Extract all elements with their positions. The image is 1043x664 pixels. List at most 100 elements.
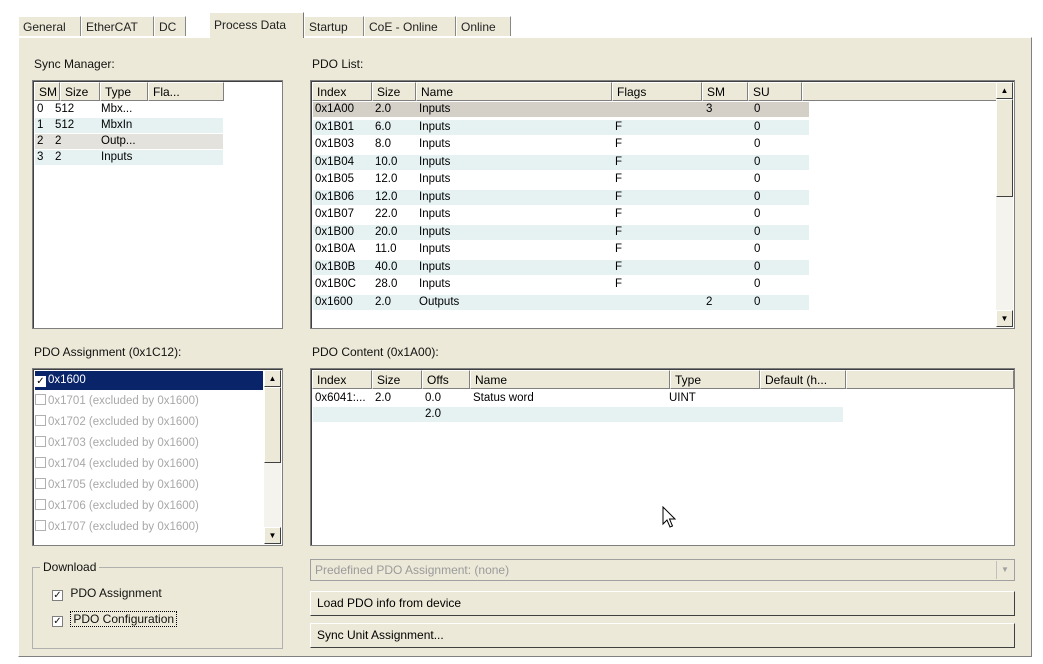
list-item-label: 0x1706 (excluded by 0x1600) bbox=[48, 500, 199, 512]
checkbox-icon[interactable] bbox=[35, 520, 46, 531]
table-row[interactable]: 0x1B01 6.0 Inputs F 0 bbox=[313, 119, 809, 135]
checkbox-icon[interactable] bbox=[35, 394, 46, 405]
pdo-configuration-checkbox-label: PDO Configuration bbox=[70, 611, 178, 627]
tab-coe-online[interactable]: CoE - Online bbox=[364, 16, 456, 36]
table-row[interactable]: 0x1B06 12.0 Inputs F 0 bbox=[313, 189, 809, 205]
table-row[interactable]: 0x1600 2.0 Outputs 2 0 bbox=[313, 294, 809, 310]
table-row[interactable]: 3 2 Inputs bbox=[35, 150, 223, 165]
column-header[interactable]: Size bbox=[372, 82, 416, 101]
checkbox-checked-icon[interactable]: ✓ bbox=[52, 616, 63, 627]
tab-dc[interactable]: DC bbox=[154, 16, 186, 36]
checkbox-checked-icon[interactable]: ✓ bbox=[35, 376, 46, 387]
column-header[interactable]: SU bbox=[748, 82, 802, 101]
table-cell: 0x1B03 bbox=[315, 138, 355, 150]
list-item[interactable]: ✓ 0x1600 bbox=[35, 371, 263, 390]
column-header[interactable]: Fla... bbox=[148, 82, 224, 101]
column-header[interactable]: Size bbox=[60, 82, 100, 101]
scroll-up-icon[interactable]: ▲ bbox=[996, 82, 1013, 99]
table-cell: 0x1B06 bbox=[315, 190, 355, 203]
table-cell: Inputs bbox=[419, 260, 451, 273]
scroll-up-icon[interactable]: ▲ bbox=[264, 370, 281, 387]
tab-online[interactable]: Online bbox=[456, 16, 511, 36]
table-row[interactable]: 0x1B07 22.0 Inputs F 0 bbox=[313, 207, 809, 222]
column-header[interactable]: Index bbox=[312, 82, 372, 101]
checkbox-icon[interactable] bbox=[35, 499, 46, 510]
table-cell: 0x1B04 bbox=[315, 155, 355, 168]
column-header[interactable]: Name bbox=[470, 370, 670, 389]
table-cell: 2 bbox=[55, 151, 62, 163]
column-header[interactable]: SM bbox=[702, 82, 748, 101]
table-row[interactable]: 0x1B0C 28.0 Inputs F 0 bbox=[313, 277, 809, 292]
table-cell: 0 bbox=[754, 225, 761, 238]
list-item[interactable]: 0x1707 (excluded by 0x1600) bbox=[35, 518, 263, 537]
table-row[interactable]: 0x6041:... 2.0 0.0 Status word UINT bbox=[313, 391, 843, 406]
list-item[interactable]: 0x1706 (excluded by 0x1600) bbox=[35, 497, 263, 516]
column-header[interactable]: Index bbox=[312, 370, 372, 389]
list-item[interactable]: 0x1703 (excluded by 0x1600) bbox=[35, 434, 263, 453]
pdo-assignment-checkbox[interactable]: ✓ PDO Assignment bbox=[52, 586, 162, 601]
tab-ethercat[interactable]: EtherCAT bbox=[81, 16, 154, 36]
checkbox-checked-icon[interactable]: ✓ bbox=[52, 590, 63, 601]
pdo-assignment-scrollbar[interactable]: ▲ ▼ bbox=[264, 370, 281, 544]
table-cell: 0 bbox=[754, 278, 761, 290]
pdo-assignment-list[interactable]: ✓ 0x1600 0x1701 (excluded by 0x1600) 0x1702… bbox=[32, 368, 283, 546]
table-cell: 0 bbox=[754, 260, 761, 273]
list-item[interactable]: 0x1704 (excluded by 0x1600) bbox=[35, 455, 263, 474]
column-header[interactable]: Flags bbox=[612, 82, 702, 101]
table-row[interactable]: 2 2 Outp... bbox=[35, 134, 223, 149]
checkbox-icon[interactable] bbox=[35, 436, 46, 447]
table-cell: 2.0 bbox=[425, 408, 441, 420]
table-row[interactable]: 2.0 bbox=[313, 407, 843, 422]
column-header[interactable]: Default (h... bbox=[760, 370, 846, 389]
column-header[interactable]: Size bbox=[372, 370, 422, 389]
table-cell: F bbox=[615, 260, 623, 273]
list-item[interactable]: 0x1702 (excluded by 0x1600) bbox=[35, 413, 263, 432]
load-pdo-info-button[interactable]: Load PDO info from device bbox=[310, 591, 1015, 616]
pdo-list[interactable]: Index Size Name Flags SM SU 0x1A00 2.0 Inp… bbox=[310, 80, 1015, 329]
scroll-down-icon[interactable]: ▼ bbox=[264, 527, 281, 544]
tab-general[interactable]: General bbox=[18, 16, 81, 36]
table-cell: F bbox=[615, 120, 623, 133]
tab-startup[interactable]: Startup bbox=[304, 16, 364, 36]
table-cell: Inputs bbox=[419, 138, 451, 150]
table-row[interactable]: 0x1B0A 11.0 Inputs F 0 bbox=[313, 242, 809, 257]
scroll-down-icon[interactable]: ▼ bbox=[996, 310, 1013, 327]
table-cell: MbxIn bbox=[101, 119, 133, 131]
column-header[interactable]: Type bbox=[670, 370, 760, 389]
table-row[interactable]: 0x1B0B 40.0 Inputs F 0 bbox=[313, 259, 809, 275]
list-item[interactable]: 0x1701 (excluded by 0x1600) bbox=[35, 392, 263, 411]
list-item[interactable]: 0x1705 (excluded by 0x1600) bbox=[35, 476, 263, 495]
download-label: Download bbox=[40, 560, 100, 574]
pdo-configuration-checkbox[interactable]: ✓ PDO Configuration bbox=[52, 611, 178, 627]
column-header[interactable]: SM bbox=[34, 82, 60, 101]
sync-manager-list[interactable]: SM Size Type Fla... 0 512 Mbx... 1 512 MbxIn 2… bbox=[32, 80, 283, 329]
scroll-thumb[interactable] bbox=[996, 99, 1013, 197]
tab-process-data[interactable]: Process Data bbox=[209, 12, 304, 38]
scroll-thumb[interactable] bbox=[264, 387, 281, 463]
list-item-label: 0x1600 bbox=[48, 374, 86, 386]
column-header[interactable]: Type bbox=[100, 82, 148, 101]
table-row[interactable]: 0x1B03 8.0 Inputs F 0 bbox=[313, 137, 809, 152]
table-row[interactable]: 0 512 Mbx... bbox=[35, 102, 223, 117]
table-cell: 0 bbox=[754, 208, 761, 220]
table-row[interactable]: 0x1A00 2.0 Inputs 3 0 bbox=[313, 102, 809, 117]
pdo-list-scrollbar[interactable]: ▲ ▼ bbox=[996, 82, 1013, 327]
table-cell: Inputs bbox=[419, 225, 451, 238]
column-header[interactable]: Name bbox=[416, 82, 612, 101]
column-header[interactable]: Offs bbox=[422, 370, 470, 389]
table-row[interactable]: 0x1B00 20.0 Inputs F 0 bbox=[313, 224, 809, 240]
mouse-cursor-icon bbox=[662, 506, 677, 528]
list-item-label: 0x1703 (excluded by 0x1600) bbox=[48, 437, 199, 449]
chevron-down-icon[interactable]: ▼ bbox=[996, 561, 1013, 579]
table-row[interactable]: 0x1B05 12.0 Inputs F 0 bbox=[313, 172, 809, 187]
table-row[interactable]: 0x1B04 10.0 Inputs F 0 bbox=[313, 154, 809, 170]
table-row[interactable]: 1 512 MbxIn bbox=[35, 118, 223, 133]
table-cell: 12.0 bbox=[375, 190, 398, 203]
table-cell: 0 bbox=[754, 103, 761, 115]
sync-unit-assignment-button[interactable]: Sync Unit Assignment... bbox=[310, 623, 1015, 648]
checkbox-icon[interactable] bbox=[35, 415, 46, 426]
checkbox-icon[interactable] bbox=[35, 478, 46, 489]
predefined-pdo-assignment-combo[interactable]: Predefined PDO Assignment: (none) ▼ bbox=[310, 559, 1015, 581]
checkbox-icon[interactable] bbox=[35, 457, 46, 468]
pdo-assignment-checkbox-label: PDO Assignment bbox=[70, 586, 162, 600]
